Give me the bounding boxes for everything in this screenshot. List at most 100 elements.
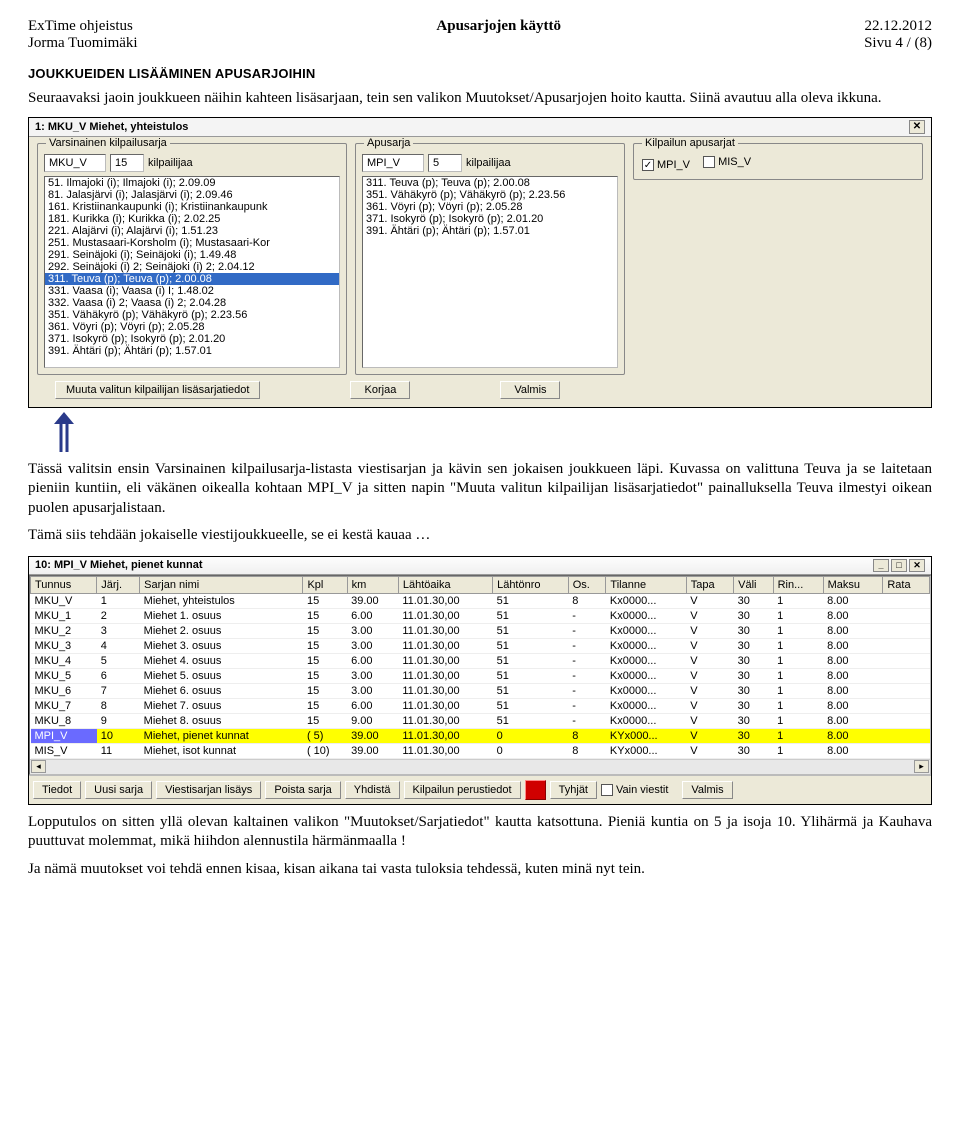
table-row[interactable]: MKU_V1Miehet, yhteistulos1539.0011.01.30… [31, 593, 930, 608]
table-row[interactable]: MKU_56Miehet 5. osuus153.0011.01.30,0051… [31, 668, 930, 683]
list-item[interactable]: 291. Seinäjoki (i); Seinäjoki (i); 1.49.… [45, 249, 339, 261]
yhdista-button[interactable]: Yhdistä [345, 781, 400, 799]
list-item[interactable]: 251. Mustasaari-Korsholm (i); Mustasaari… [45, 237, 339, 249]
close-icon[interactable]: ✕ [909, 120, 925, 134]
column-header[interactable]: Lähtöaika [398, 576, 492, 593]
sarjat-grid[interactable]: TunnusJärj.Sarjan nimiKplkmLähtöaikaLäht… [29, 575, 931, 775]
list-item[interactable]: 181. Kurikka (i); Kurikka (i); 2.02.25 [45, 213, 339, 225]
korjaa-button[interactable]: Korjaa [350, 381, 410, 399]
checkbox-mpi-v[interactable]: ✓ MPI_V [642, 159, 690, 171]
column-header[interactable]: Rata [883, 576, 930, 593]
list-item[interactable]: 221. Alajärvi (i); Alajärvi (i); 1.51.23 [45, 225, 339, 237]
table-cell: 8.00 [823, 653, 883, 668]
paragraph-4: Lopputulos on sitten yllä olevan kaltain… [28, 813, 932, 852]
minimize-icon[interactable]: _ [873, 559, 889, 572]
varsinainen-count-input[interactable]: 15 [110, 154, 144, 172]
muuta-button[interactable]: Muuta valitun kilpailijan lisäsarjatiedo… [55, 381, 260, 399]
table-row[interactable]: MKU_45Miehet 4. osuus156.0011.01.30,0051… [31, 653, 930, 668]
poista-sarja-button[interactable]: Poista sarja [265, 781, 340, 799]
vain-viestit-checkbox[interactable]: Vain viestit [601, 784, 668, 796]
list-item[interactable]: 361. Vöyri (p); Vöyri (p); 2.05.28 [45, 321, 339, 333]
sarjat-window: 10: MPI_V Miehet, pienet kunnat _ □ ✕ Tu… [28, 556, 932, 805]
list-item[interactable]: 371. Isokyrö (p); Isokyrö (p); 2.01.20 [45, 333, 339, 345]
paragraph-5: Ja nämä muutokset voi tehdä ennen kisaa,… [28, 860, 932, 880]
column-header[interactable]: Rin... [773, 576, 823, 593]
table-cell: 1 [773, 593, 823, 608]
table-row[interactable]: MIS_V11Miehet, isot kunnat( 10)39.0011.0… [31, 743, 930, 758]
table-cell: 6.00 [347, 653, 398, 668]
table-cell: 3 [97, 623, 140, 638]
column-header[interactable]: Tilanne [606, 576, 686, 593]
tiedot-button[interactable]: Tiedot [33, 781, 81, 799]
table-cell [883, 743, 930, 758]
list-item[interactable]: 81. Jalasjärvi (i); Jalasjärvi (i); 2.09… [45, 189, 339, 201]
apusarja-listbox[interactable]: 311. Teuva (p); Teuva (p); 2.00.08351. V… [362, 176, 618, 368]
table-row[interactable]: MKU_12Miehet 1. osuus156.0011.01.30,0051… [31, 608, 930, 623]
table-cell: MKU_2 [31, 623, 97, 638]
table-row[interactable]: MKU_78Miehet 7. osuus156.0011.01.30,0051… [31, 698, 930, 713]
list-item[interactable]: 391. Ähtäri (p); Ähtäri (p); 1.57.01 [45, 345, 339, 357]
column-header[interactable]: Tunnus [31, 576, 97, 593]
table-cell: Miehet, pienet kunnat [140, 728, 303, 743]
scroll-left-icon[interactable]: ◂ [31, 760, 46, 773]
varsinainen-listbox[interactable]: 51. Ilmajoki (i); Ilmajoki (i); 2.09.098… [44, 176, 340, 368]
list-item[interactable]: 361. Vöyri (p); Vöyri (p); 2.05.28 [363, 201, 617, 213]
table-row[interactable]: MPI_V10Miehet, pienet kunnat( 5)39.0011.… [31, 728, 930, 743]
column-header[interactable]: km [347, 576, 398, 593]
horizontal-scrollbar[interactable]: ◂ ▸ [30, 759, 930, 774]
table-cell: Miehet 8. osuus [140, 713, 303, 728]
table-cell: 51 [493, 683, 569, 698]
column-header[interactable]: Lähtönro [493, 576, 569, 593]
column-header[interactable]: Järj. [97, 576, 140, 593]
column-header[interactable]: Os. [568, 576, 606, 593]
viestisarjan-lisays-button[interactable]: Viestisarjan lisäys [156, 781, 261, 799]
list-item[interactable]: 351. Vähäkyrö (p); Vähäkyrö (p); 2.23.56 [45, 309, 339, 321]
table-cell: - [568, 683, 606, 698]
doc-author: Jorma Tuomimäki [28, 35, 138, 52]
uusi-sarja-button[interactable]: Uusi sarja [85, 781, 152, 799]
table-row[interactable]: MKU_89Miehet 8. osuus159.0011.01.30,0051… [31, 713, 930, 728]
scroll-right-icon[interactable]: ▸ [914, 760, 929, 773]
list-item[interactable]: 331. Vaasa (i); Vaasa (i) I; 1.48.02 [45, 285, 339, 297]
list-item[interactable]: 51. Ilmajoki (i); Ilmajoki (i); 2.09.09 [45, 177, 339, 189]
table-cell: - [568, 698, 606, 713]
table-cell: 8 [568, 728, 606, 743]
column-header[interactable]: Kpl [303, 576, 347, 593]
list-item[interactable]: 351. Vähäkyrö (p); Vähäkyrö (p); 2.23.56 [363, 189, 617, 201]
close-icon[interactable]: ✕ [909, 559, 925, 572]
column-header[interactable]: Väli [734, 576, 773, 593]
list-item[interactable]: 292. Seinäjoki (i) 2; Seinäjoki (i) 2; 2… [45, 261, 339, 273]
table-row[interactable]: MKU_67Miehet 6. osuus153.0011.01.30,0051… [31, 683, 930, 698]
table-row[interactable]: MKU_34Miehet 3. osuus153.0011.01.30,0051… [31, 638, 930, 653]
list-item[interactable]: 371. Isokyrö (p); Isokyrö (p); 2.01.20 [363, 213, 617, 225]
list-item[interactable]: 161. Kristiinankaupunki (i); Kristiinank… [45, 201, 339, 213]
list-item[interactable]: 311. Teuva (p); Teuva (p); 2.00.08 [363, 177, 617, 189]
red-flag-button[interactable] [525, 780, 546, 800]
kilpailun-perustiedot-button[interactable]: Kilpailun perustiedot [404, 781, 521, 799]
maximize-icon[interactable]: □ [891, 559, 907, 572]
valmis-button-2[interactable]: Valmis [682, 781, 732, 799]
group-kilpailun-apusarjat-label: Kilpailun apusarjat [642, 137, 738, 149]
apusarja-code-input[interactable]: MPI_V [362, 154, 424, 172]
column-header[interactable]: Sarjan nimi [140, 576, 303, 593]
table-row[interactable]: MKU_23Miehet 2. osuus153.0011.01.30,0051… [31, 623, 930, 638]
doc-date: 22.12.2012 [864, 18, 932, 35]
list-item[interactable]: 391. Ähtäri (p); Ähtäri (p); 1.57.01 [363, 225, 617, 237]
table-cell: 11.01.30,00 [398, 713, 492, 728]
varsinainen-code-input[interactable]: MKU_V [44, 154, 106, 172]
table-cell: V [686, 653, 733, 668]
table-cell: 51 [493, 713, 569, 728]
list-item[interactable]: 311. Teuva (p); Teuva (p); 2.00.08 [45, 273, 339, 285]
list-item[interactable]: 332. Vaasa (i) 2; Vaasa (i) 2; 2.04.28 [45, 297, 339, 309]
table-cell: 51 [493, 698, 569, 713]
checkbox-mis-v[interactable]: MIS_V [703, 156, 751, 168]
tyhjat-button[interactable]: Tyhjät [550, 781, 597, 799]
apusarja-count-input[interactable]: 5 [428, 154, 462, 172]
table-cell: MKU_6 [31, 683, 97, 698]
column-header[interactable]: Tapa [686, 576, 733, 593]
table-cell: 30 [734, 713, 773, 728]
column-header[interactable]: Maksu [823, 576, 883, 593]
table-cell: 8 [97, 698, 140, 713]
valmis-button[interactable]: Valmis [500, 381, 560, 399]
table-cell: MKU_7 [31, 698, 97, 713]
